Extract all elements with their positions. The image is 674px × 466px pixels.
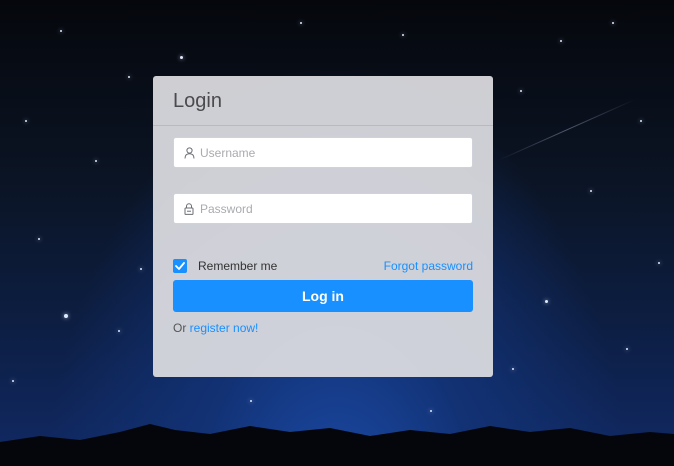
forgot-password-link[interactable]: Forgot password xyxy=(384,259,473,273)
login-title: Login xyxy=(173,90,222,112)
user-icon xyxy=(182,146,196,160)
remember-row: Remember me Forgot password xyxy=(173,258,473,273)
star xyxy=(118,330,120,332)
star xyxy=(640,120,642,122)
checkmark-icon xyxy=(175,261,185,270)
remember-me-checkbox[interactable] xyxy=(173,258,187,273)
username-input[interactable] xyxy=(200,145,460,160)
star xyxy=(95,160,97,162)
password-input[interactable] xyxy=(200,201,460,216)
register-link[interactable]: register now! xyxy=(190,321,259,335)
login-button[interactable]: Log in xyxy=(173,280,473,312)
star xyxy=(402,34,404,36)
star xyxy=(64,314,68,318)
star xyxy=(590,190,592,192)
star xyxy=(25,120,27,122)
remember-me-group[interactable]: Remember me xyxy=(173,258,277,273)
password-field[interactable] xyxy=(173,193,473,224)
star xyxy=(140,268,142,270)
star xyxy=(12,380,14,382)
star xyxy=(612,22,614,24)
star xyxy=(545,300,548,303)
username-field[interactable] xyxy=(173,137,473,168)
star xyxy=(658,262,660,264)
login-card: Login Remember me xyxy=(153,76,493,377)
star xyxy=(128,76,130,78)
star xyxy=(60,30,62,32)
star xyxy=(180,56,183,59)
star xyxy=(560,40,562,42)
star xyxy=(520,90,522,92)
lock-icon xyxy=(182,202,196,216)
star xyxy=(38,238,40,240)
shooting-star-streak xyxy=(497,99,636,161)
register-row: Or register now! xyxy=(173,321,258,335)
remember-me-label[interactable]: Remember me xyxy=(198,259,277,273)
star xyxy=(300,22,302,24)
register-prefix: Or xyxy=(173,321,190,335)
star xyxy=(512,368,514,370)
login-card-header: Login xyxy=(153,76,493,126)
mountain-silhouette xyxy=(0,424,674,466)
star xyxy=(626,348,628,350)
